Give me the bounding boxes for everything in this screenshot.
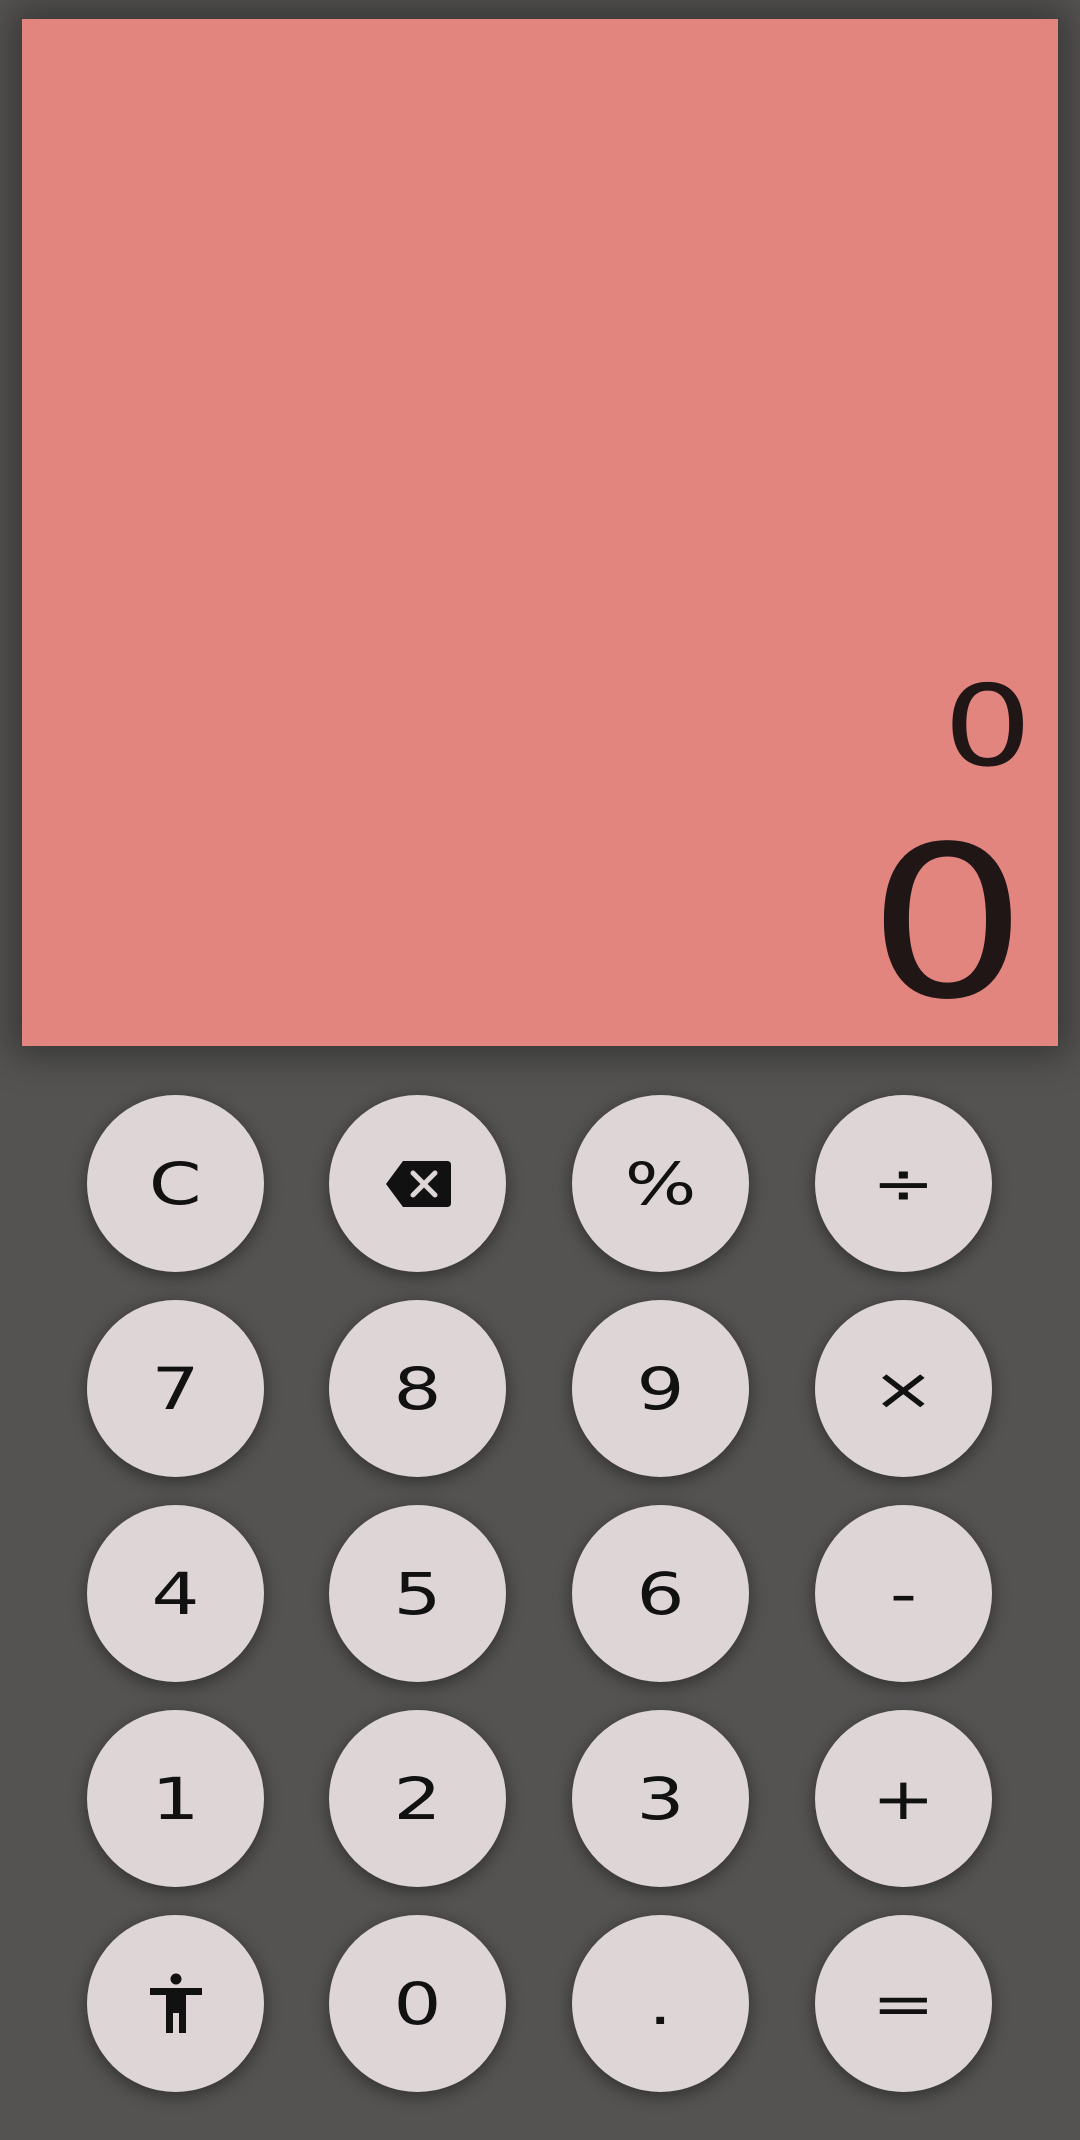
digit-4-button[interactable]: 4 bbox=[87, 1505, 264, 1682]
decimal-button[interactable]: . bbox=[572, 1915, 749, 2092]
add-label: + bbox=[871, 1764, 936, 1833]
subtract-label: - bbox=[889, 1559, 918, 1628]
clear-label: C bbox=[149, 1149, 202, 1218]
digit-3-button[interactable]: 3 bbox=[572, 1710, 749, 1887]
digit-6-label: 6 bbox=[636, 1559, 685, 1628]
backspace-button[interactable] bbox=[329, 1095, 506, 1272]
multiply-label: × bbox=[871, 1354, 936, 1423]
digit-2-label: 2 bbox=[393, 1764, 442, 1833]
digit-7-button[interactable]: 7 bbox=[87, 1300, 264, 1477]
equals-button[interactable]: = bbox=[815, 1915, 992, 2092]
digit-1-label: 1 bbox=[151, 1764, 200, 1833]
digit-3-label: 3 bbox=[636, 1764, 685, 1833]
subtract-button[interactable]: - bbox=[815, 1505, 992, 1682]
multiply-button[interactable]: × bbox=[815, 1300, 992, 1477]
percent-label: % bbox=[624, 1149, 697, 1218]
add-button[interactable]: + bbox=[815, 1710, 992, 1887]
digit-2-button[interactable]: 2 bbox=[329, 1710, 506, 1887]
equals-label: = bbox=[871, 1969, 936, 2038]
digit-8-label: 8 bbox=[393, 1354, 442, 1423]
digit-0-label: 0 bbox=[393, 1969, 442, 2038]
digit-0-button[interactable]: 0 bbox=[329, 1915, 506, 2092]
digit-5-label: 5 bbox=[393, 1559, 442, 1628]
divide-label: ÷ bbox=[871, 1149, 936, 1218]
digit-7-label: 7 bbox=[151, 1354, 200, 1423]
digit-8-button[interactable]: 8 bbox=[329, 1300, 506, 1477]
digit-9-label: 9 bbox=[636, 1354, 685, 1423]
digit-1-button[interactable]: 1 bbox=[87, 1710, 264, 1887]
decimal-label: . bbox=[648, 1969, 673, 2038]
accessibility-icon bbox=[148, 1973, 204, 2035]
digit-5-button[interactable]: 5 bbox=[329, 1505, 506, 1682]
digit-6-button[interactable]: 6 bbox=[572, 1505, 749, 1682]
digit-4-label: 4 bbox=[151, 1559, 200, 1628]
divide-button[interactable]: ÷ bbox=[815, 1095, 992, 1272]
keypad: C % ÷ 7 8 9 × 4 5 6 - 1 2 3 + 0 . = bbox=[0, 0, 1080, 2140]
percent-button[interactable]: % bbox=[572, 1095, 749, 1272]
clear-button[interactable]: C bbox=[87, 1095, 264, 1272]
accessibility-button[interactable] bbox=[87, 1915, 264, 2092]
backspace-icon bbox=[383, 1159, 453, 1209]
digit-9-button[interactable]: 9 bbox=[572, 1300, 749, 1477]
